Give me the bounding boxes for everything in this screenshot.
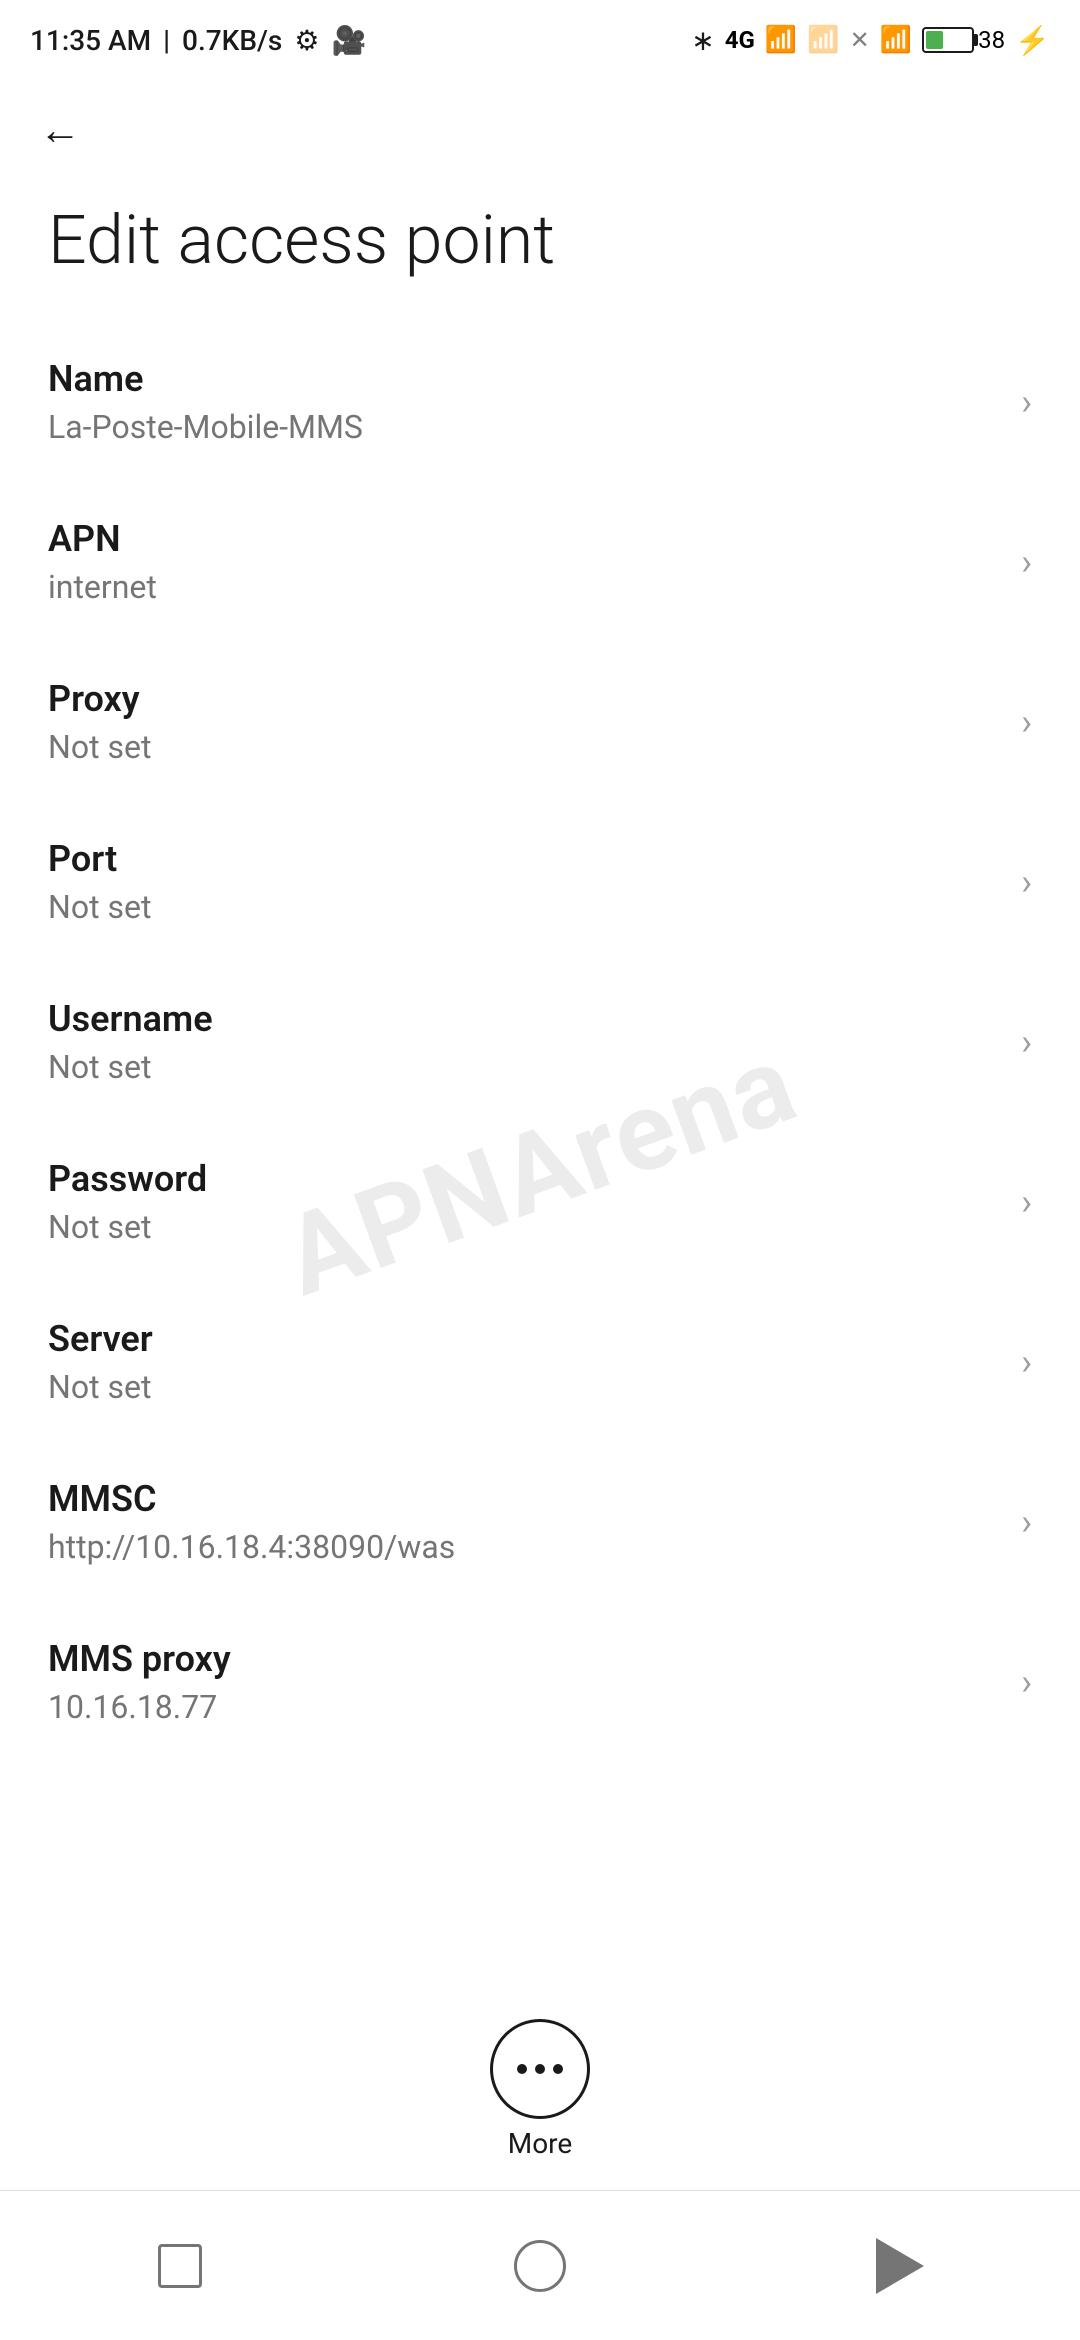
chevron-right-icon-name: ›	[1021, 381, 1032, 423]
wifi-icon: 📶	[880, 25, 912, 55]
settings-item-username-content: Username Not set	[48, 998, 1001, 1086]
more-dot-3	[553, 2064, 563, 2074]
more-dots-icon	[517, 2064, 563, 2074]
chevron-right-icon-mmsc: ›	[1021, 1501, 1032, 1543]
settings-item-mmsc-content: MMSC http://10.16.18.4:38090/was	[48, 1478, 1001, 1566]
chevron-right-icon-username: ›	[1021, 1021, 1032, 1063]
settings-item-apn-title: APN	[48, 518, 1001, 560]
more-dot-1	[517, 2064, 527, 2074]
x-icon: ✕	[850, 26, 870, 54]
settings-list: Name La-Poste-Mobile-MMS › APN internet …	[0, 322, 1080, 1762]
settings-item-server-value: Not set	[48, 1368, 1001, 1406]
nav-recents-button[interactable]	[130, 2226, 230, 2306]
chevron-right-icon-apn: ›	[1021, 541, 1032, 583]
network-4g-icon: 4G	[725, 26, 755, 54]
settings-item-name[interactable]: Name La-Poste-Mobile-MMS ›	[0, 322, 1080, 482]
bluetooth-icon: ∗	[691, 24, 714, 57]
more-label: More	[508, 2127, 573, 2160]
battery-fill	[926, 31, 943, 49]
chevron-right-icon-mms-proxy: ›	[1021, 1661, 1032, 1703]
bolt-icon: ⚡	[1015, 24, 1050, 57]
settings-item-server-title: Server	[48, 1318, 1001, 1360]
settings-item-name-title: Name	[48, 358, 1001, 400]
settings-item-mms-proxy-value: 10.16.18.77	[48, 1688, 1001, 1726]
camera-icon: 🎥	[331, 24, 366, 57]
settings-item-mmsc-title: MMSC	[48, 1478, 1001, 1520]
page-title-container: Edit access point	[0, 180, 1080, 322]
more-dot-2	[535, 2064, 545, 2074]
settings-item-password-content: Password Not set	[48, 1158, 1001, 1246]
settings-item-mmsc[interactable]: MMSC http://10.16.18.4:38090/was ›	[0, 1442, 1080, 1602]
settings-item-mmsc-value: http://10.16.18.4:38090/was	[48, 1528, 1001, 1566]
signal-bars-icon: 📶	[765, 25, 797, 55]
battery-box	[922, 27, 974, 53]
signal-bars-2-icon: 📶	[807, 25, 839, 55]
status-right: ∗ 4G 📶 📶 ✕ 📶 38 ⚡	[691, 24, 1050, 57]
settings-item-proxy[interactable]: Proxy Not set ›	[0, 642, 1080, 802]
battery-indicator: 38	[922, 26, 1005, 54]
nav-recents-icon	[158, 2244, 202, 2288]
settings-item-username[interactable]: Username Not set ›	[0, 962, 1080, 1122]
settings-item-port-value: Not set	[48, 888, 1001, 926]
chevron-right-icon-password: ›	[1021, 1181, 1032, 1223]
settings-item-mms-proxy[interactable]: MMS proxy 10.16.18.77 ›	[0, 1602, 1080, 1762]
back-arrow-icon: ←	[39, 106, 81, 155]
divider: |	[163, 24, 170, 57]
settings-item-proxy-title: Proxy	[48, 678, 1001, 720]
settings-item-port-content: Port Not set	[48, 838, 1001, 926]
chevron-right-icon-server: ›	[1021, 1341, 1032, 1383]
settings-item-apn-content: APN internet	[48, 518, 1001, 606]
more-button[interactable]	[490, 2019, 590, 2119]
back-button[interactable]: ←	[30, 100, 90, 160]
nav-home-icon	[514, 2240, 566, 2292]
page-title: Edit access point	[48, 200, 1032, 282]
status-left: 11:35 AM | 0.7KB/s ⚙ 🎥	[30, 24, 366, 57]
settings-item-username-value: Not set	[48, 1048, 1001, 1086]
settings-item-mms-proxy-content: MMS proxy 10.16.18.77	[48, 1638, 1001, 1726]
top-nav: ←	[0, 80, 1080, 180]
settings-item-name-value: La-Poste-Mobile-MMS	[48, 408, 1001, 446]
settings-icon: ⚙	[294, 24, 319, 57]
settings-item-name-content: Name La-Poste-Mobile-MMS	[48, 358, 1001, 446]
time-display: 11:35 AM	[30, 24, 151, 57]
settings-item-server[interactable]: Server Not set ›	[0, 1282, 1080, 1442]
settings-item-password-value: Not set	[48, 1208, 1001, 1246]
settings-item-proxy-value: Not set	[48, 728, 1001, 766]
settings-item-mms-proxy-title: MMS proxy	[48, 1638, 1001, 1680]
chevron-right-icon-port: ›	[1021, 861, 1032, 903]
network-speed: 0.7KB/s	[182, 24, 282, 57]
settings-item-proxy-content: Proxy Not set	[48, 678, 1001, 766]
nav-home-button[interactable]	[490, 2226, 590, 2306]
bottom-nav-bar	[0, 2190, 1080, 2340]
settings-item-server-content: Server Not set	[48, 1318, 1001, 1406]
chevron-right-icon-proxy: ›	[1021, 701, 1032, 743]
settings-item-port-title: Port	[48, 838, 1001, 880]
battery-percent: 38	[978, 26, 1005, 54]
settings-item-username-title: Username	[48, 998, 1001, 1040]
status-bar: 11:35 AM | 0.7KB/s ⚙ 🎥 ∗ 4G 📶 📶 ✕ 📶 38 ⚡	[0, 0, 1080, 80]
settings-item-password[interactable]: Password Not set ›	[0, 1122, 1080, 1282]
settings-item-apn[interactable]: APN internet ›	[0, 482, 1080, 642]
settings-item-port[interactable]: Port Not set ›	[0, 802, 1080, 962]
settings-item-apn-value: internet	[48, 568, 1001, 606]
nav-back-icon	[876, 2238, 924, 2294]
more-section: More	[490, 2019, 590, 2160]
settings-item-password-title: Password	[48, 1158, 1001, 1200]
nav-back-button[interactable]	[850, 2226, 950, 2306]
